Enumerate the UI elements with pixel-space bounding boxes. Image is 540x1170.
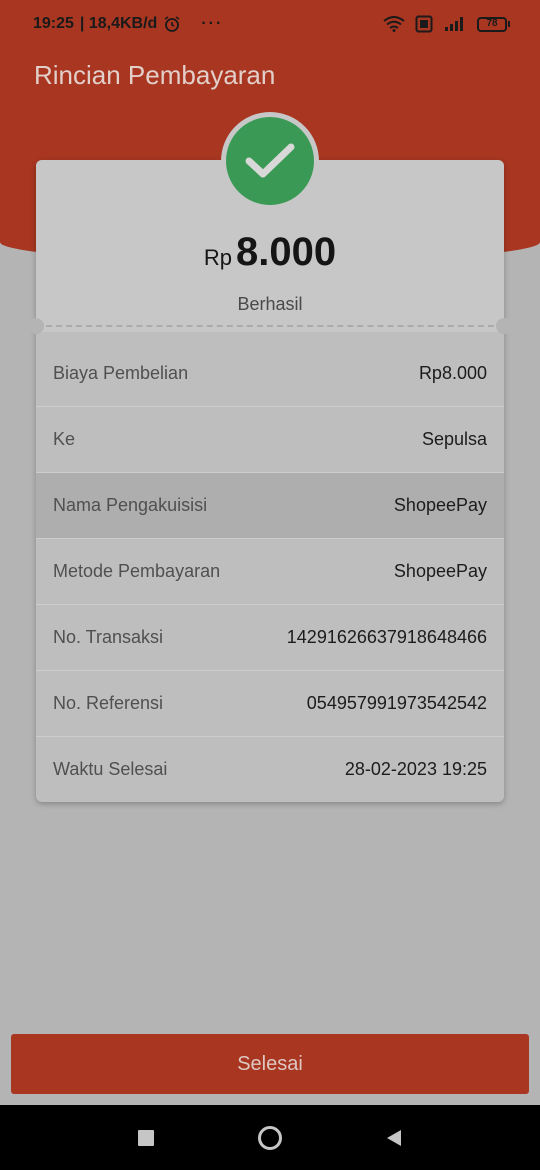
ticket-notch-right (496, 318, 512, 334)
dashed-divider (46, 325, 494, 327)
signal-icon (445, 17, 463, 31)
payment-card: Rp 8.000 Berhasil Biaya Pembelian Rp8.00… (28, 160, 512, 802)
done-button[interactable]: Selesai (11, 1034, 529, 1094)
detail-label: Ke (53, 429, 76, 449)
detail-value: Rp8.000 (418, 362, 487, 383)
status-bar: 19:25 | 18,4KB/d ··· 78 (0, 0, 540, 48)
network-speed: | 18,4KB/d (79, 15, 158, 32)
detail-label: No. Transaksi (53, 627, 164, 647)
payment-detail-screen: 19:25 | 18,4KB/d ··· 78 Rincian Pembayar… (0, 0, 540, 1170)
battery-level: 78 (477, 16, 507, 32)
amount-value: 8.000 (236, 230, 337, 274)
detail-list: Biaya Pembelian Rp8.000 Ke Sepulsa Nama … (36, 340, 504, 802)
detail-label: Biaya Pembelian (53, 362, 189, 383)
detail-label: Nama Pengakuisisi (53, 495, 208, 515)
detail-row-purchase-cost: Biaya Pembelian Rp8.000 (36, 340, 504, 406)
detail-row-acquirer[interactable]: Nama Pengakuisisi ShopeePay (36, 472, 504, 538)
detail-row-reference-no: No. Referensi 054957991973542542 (36, 670, 504, 736)
back-button[interactable] (379, 1123, 409, 1153)
more-notifications-icon: ··· (201, 15, 224, 32)
alarm-icon (164, 16, 180, 32)
status-time: 19:25 (33, 15, 74, 32)
ticket-notch-left (28, 318, 44, 334)
success-badge (221, 112, 319, 210)
recent-apps-button[interactable] (131, 1123, 161, 1153)
volte-icon (415, 15, 433, 33)
detail-row-transaction-no: No. Transaksi 1429162663791864846​6 (36, 604, 504, 670)
detail-row-payment-method: Metode Pembayaran ShopeePay (36, 538, 504, 604)
detail-label: Waktu Selesai (53, 759, 168, 779)
home-button[interactable] (255, 1123, 285, 1153)
detail-label: Metode Pembayaran (53, 561, 221, 581)
navigation-bar (0, 1105, 540, 1170)
detail-label: No. Referensi (53, 693, 164, 713)
detail-row-completed-time: Waktu Selesai 28-02-2023 19:25 (36, 736, 504, 802)
battery-icon: 78 (477, 16, 510, 32)
wifi-icon (383, 16, 405, 32)
amount-currency: Rp (203, 245, 232, 270)
circle-icon (258, 1125, 282, 1150)
detail-value: ShopeePay (393, 495, 487, 515)
payment-status: Berhasil (237, 294, 303, 314)
checkmark-icon (226, 117, 314, 205)
square-icon (138, 1129, 154, 1146)
detail-value: 1429162663791864846​6 (286, 627, 487, 647)
detail-value: ShopeePay (393, 561, 487, 581)
detail-value: Sepulsa (421, 429, 487, 449)
page-title: Rincian Pembayaran (34, 60, 276, 90)
detail-value: 054957991973542542 (306, 693, 487, 713)
detail-value: 28-02-2023 19:25 (344, 759, 487, 779)
amount-row: Rp 8.000 (36, 230, 504, 275)
triangle-back-icon (387, 1129, 401, 1146)
detail-row-recipient: Ke Sepulsa (36, 406, 504, 472)
